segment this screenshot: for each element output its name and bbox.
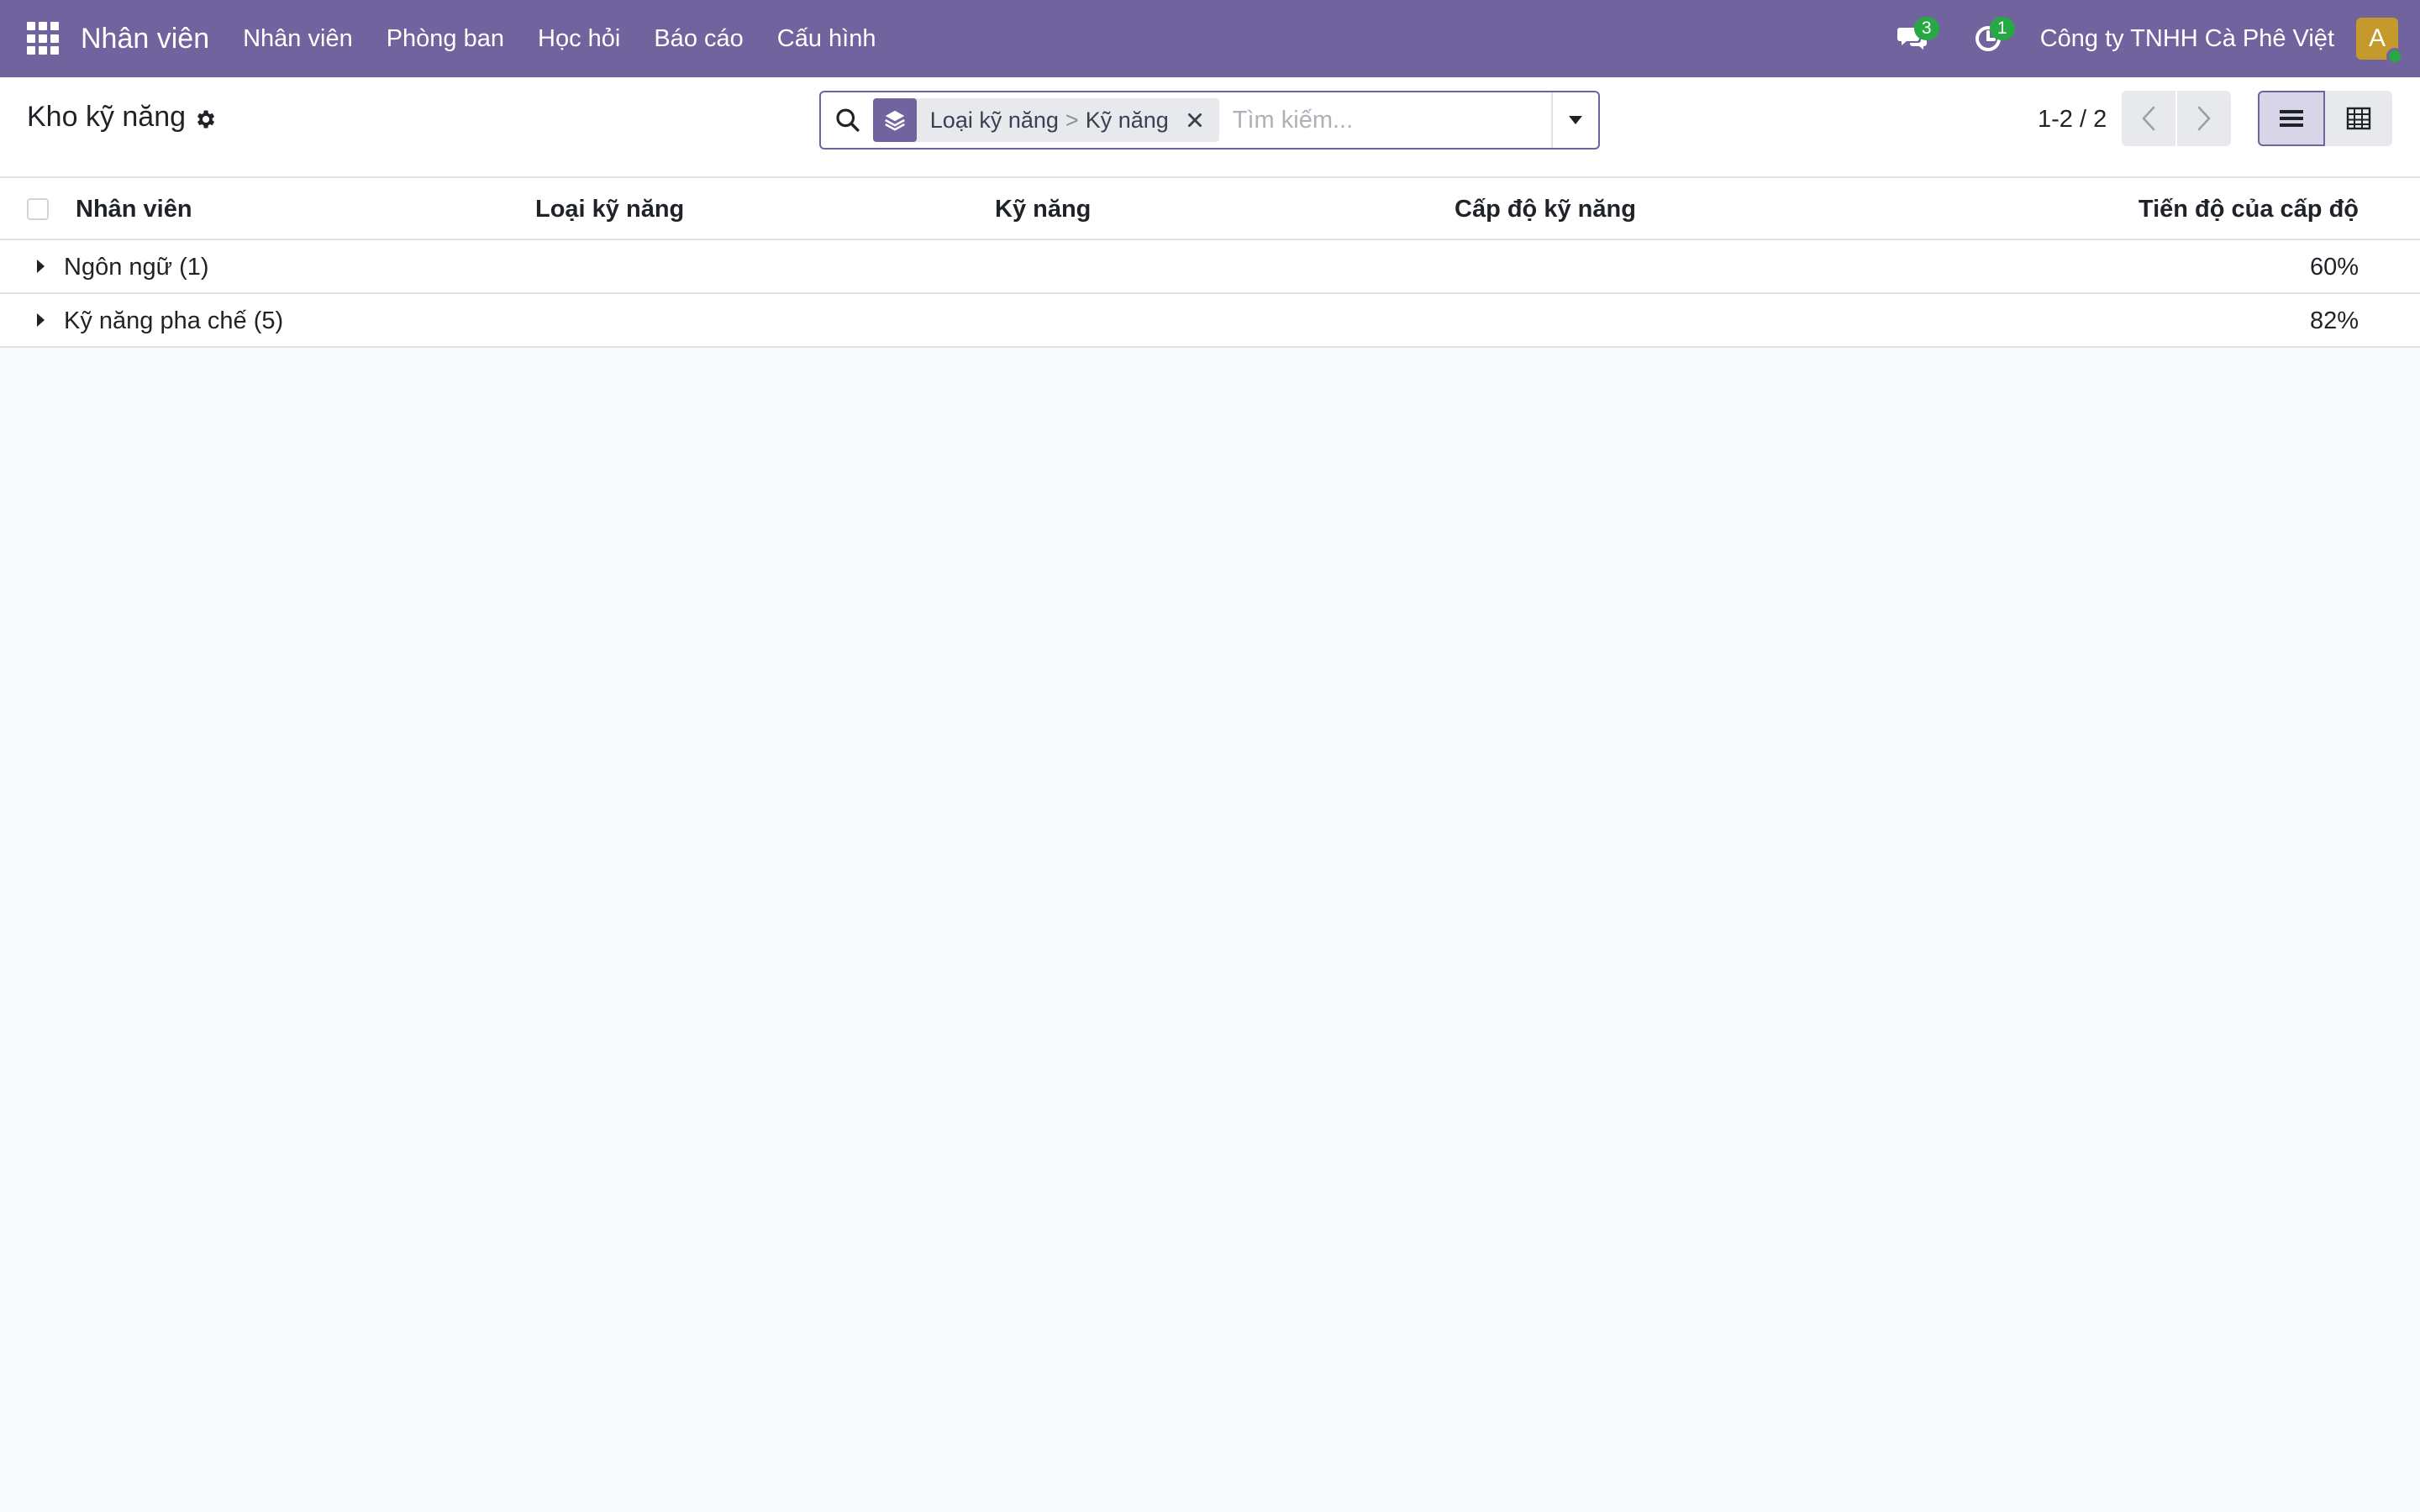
menu-item-learning[interactable]: Học hỏi (521, 25, 637, 53)
caret-right-icon (37, 260, 45, 273)
facet-group-skill-type: Loại kỹ năng (929, 107, 1059, 133)
facet-group-skill: Kỹ năng (1085, 107, 1169, 133)
main-menu: Nhân viên Phòng ban Học hỏi Báo cáo Cấu … (226, 25, 892, 53)
group-row[interactable]: Ngôn ngữ (1) 60% (0, 240, 2420, 294)
column-header-level-progress[interactable]: Tiến độ của cấp độ (2139, 196, 2359, 223)
online-status-dot (2386, 48, 2403, 65)
activities-count-badge: 1 (1989, 17, 2015, 40)
top-navbar: Nhân viên Nhân viên Phòng ban Học hỏi Bá… (0, 0, 2420, 77)
page-title: Kho kỹ năng (27, 101, 187, 133)
activities-button[interactable]: 1 (1965, 15, 2015, 62)
list-view-icon (2280, 110, 2303, 127)
facet-label: Loại kỹ năng > Kỹ năng (917, 108, 1182, 134)
group-name: Ngôn ngữ (1) (64, 254, 209, 281)
pivot-view-button[interactable] (2325, 91, 2392, 146)
control-panel: Kho kỹ năng Loại kỹ năng > Kỹ năng Tìm k… (0, 77, 2420, 178)
group-name: Kỹ năng pha chế (5) (64, 307, 284, 334)
skills-list: Nhân viên Loại kỹ năng Kỹ năng Cấp độ kỹ… (0, 178, 2420, 348)
menu-item-employees[interactable]: Nhân viên (226, 25, 370, 53)
search-icon[interactable] (834, 106, 861, 134)
search-bar: Loại kỹ năng > Kỹ năng (819, 91, 1600, 150)
pager-next-button[interactable] (2177, 91, 2231, 146)
messages-count-badge: 3 (1913, 17, 1939, 40)
caret-right-icon (37, 313, 45, 327)
list-view-button[interactable] (2258, 91, 2325, 146)
group-row[interactable]: Kỹ năng pha chế (5) 82% (0, 294, 2420, 348)
messages-button[interactable]: 3 (1889, 15, 1939, 62)
facet-separator: > (1065, 107, 1079, 133)
column-header-skill-level[interactable]: Cấp độ kỹ năng (1455, 196, 1636, 223)
select-all-checkbox[interactable] (27, 198, 49, 220)
systray: 3 1 Công ty TNHH Cà Phê Việt A (1889, 0, 2420, 77)
pivot-table-icon (2346, 107, 2371, 130)
close-icon[interactable] (1182, 108, 1207, 133)
group-progress: 82% (2309, 307, 2359, 334)
user-avatar[interactable]: A (2356, 18, 2403, 65)
menu-item-departments[interactable]: Phòng ban (370, 25, 521, 53)
column-header-skill[interactable]: Kỹ năng (995, 196, 1091, 223)
company-switcher[interactable]: Công ty TNHH Cà Phê Việt (2040, 25, 2334, 53)
column-header-skill-type[interactable]: Loại kỹ năng (535, 196, 684, 223)
table-header: Nhân viên Loại kỹ năng Kỹ năng Cấp độ kỹ… (0, 178, 2420, 240)
apps-grid-icon[interactable] (27, 22, 60, 55)
menu-item-reporting[interactable]: Báo cáo (637, 25, 760, 53)
chevron-left-icon (2142, 106, 2155, 131)
chevron-right-icon (2197, 106, 2211, 131)
groupby-facet: Loại kỹ năng > Kỹ năng (872, 98, 1219, 142)
avatar-letter: A (2368, 24, 2386, 52)
search-options-toggle[interactable] (1550, 92, 1598, 148)
layers-icon (872, 98, 917, 142)
pager-value[interactable]: 1-2 / 2 (2038, 106, 2107, 134)
search-input[interactable] (1230, 97, 1551, 144)
column-header-employee[interactable]: Nhân viên (76, 196, 192, 223)
pager-previous-button[interactable] (2122, 91, 2175, 146)
app-name[interactable]: Nhân viên (81, 23, 209, 55)
gear-icon[interactable] (193, 108, 217, 131)
menu-item-configuration[interactable]: Cấu hình (760, 25, 893, 53)
group-progress: 60% (2309, 254, 2359, 281)
caret-down-icon (1568, 116, 1582, 124)
